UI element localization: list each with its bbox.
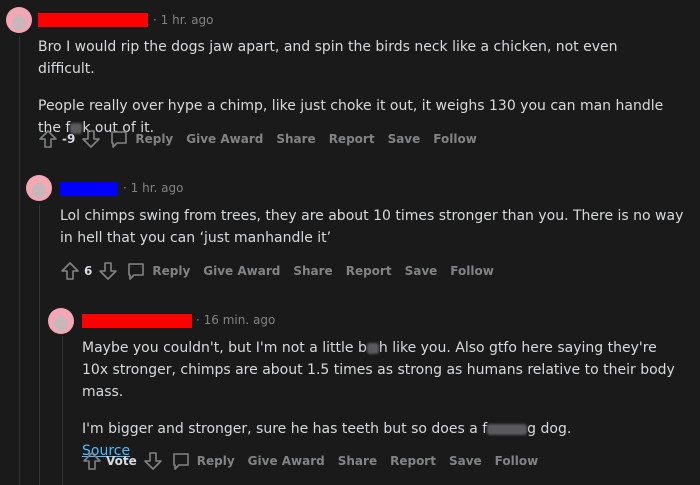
downvote-icon[interactable] [143,451,163,471]
comment-actions: Vote Reply Give Award Share Report Save … [82,450,551,472]
snoo-icon [12,14,26,30]
comment-bubble-icon [172,453,189,470]
text: Bro I would rip the dogs jaw apart, and … [38,39,618,77]
comment-paragraph: Bro I would rip the dogs jaw apart, and … [38,36,678,80]
reply-label: Reply [152,264,191,278]
username-redacted[interactable] [82,314,192,328]
username-redacted[interactable] [60,182,118,196]
avatar[interactable] [26,175,52,201]
text: Maybe you couldn't, but I'm not a little… [82,340,367,356]
follow-button[interactable]: Follow [433,132,477,146]
share-button[interactable]: Share [338,454,377,468]
censored-text-blur [487,423,528,435]
comment-body: Bro I would rip the dogs jaw apart, and … [38,36,678,139]
comment-bubble-icon [128,263,145,280]
upvote-icon[interactable] [38,129,58,149]
comment-paragraph: Lol chimps swing from trees, they are ab… [60,205,685,249]
downvote-icon[interactable] [98,261,118,281]
username-redacted[interactable] [38,13,148,27]
upvote-icon[interactable] [82,451,102,471]
give-award-button[interactable]: Give Award [203,264,280,278]
comment-paragraph: I'm bigger and stronger, sure he has tee… [82,418,682,440]
report-button[interactable]: Report [390,454,436,468]
reply-label: Reply [135,132,174,146]
comment-body: Maybe you couldn't, but I'm not a little… [82,337,682,462]
reply-button[interactable]: Reply [109,129,173,149]
follow-button[interactable]: Follow [495,454,539,468]
text: g dog. [527,421,572,437]
snoo-icon [54,315,68,331]
save-button[interactable]: Save [388,132,421,146]
avatar[interactable] [6,7,32,33]
thread-line[interactable] [39,204,40,485]
avatar[interactable] [48,308,74,334]
vote-score: 6 [84,264,93,278]
comment-bubble-icon [111,131,128,148]
thread-line[interactable] [62,336,63,485]
reply-button[interactable]: Reply [126,261,190,281]
reply-label: Reply [196,454,235,468]
comment-body: Lol chimps swing from trees, they are ab… [60,205,685,249]
save-button[interactable]: Save [449,454,482,468]
give-award-button[interactable]: Give Award [248,454,325,468]
follow-button[interactable]: Follow [450,264,494,278]
snoo-icon [32,182,46,198]
comment-actions: 6 Reply Give Award Share Report Save Fol… [60,260,507,282]
report-button[interactable]: Report [346,264,392,278]
report-button[interactable]: Report [329,132,375,146]
vote-label: Vote [106,454,137,468]
downvote-icon[interactable] [81,129,101,149]
censored-text-blur [366,342,379,354]
vote-score: -9 [62,132,76,146]
share-button[interactable]: Share [293,264,332,278]
comment-paragraph: Maybe you couldn't, but I'm not a little… [82,337,682,403]
thread-line[interactable] [19,36,20,485]
share-button[interactable]: Share [276,132,315,146]
text: I'm bigger and stronger, sure he has tee… [82,421,488,437]
save-button[interactable]: Save [405,264,438,278]
comment-actions: -9 Reply Give Award Share Report Save Fo… [38,128,490,150]
comment-timestamp[interactable]: · 16 min. ago [196,313,275,327]
upvote-icon[interactable] [60,261,80,281]
text: Lol chimps swing from trees, they are ab… [60,208,684,246]
give-award-button[interactable]: Give Award [186,132,263,146]
comment-timestamp[interactable]: · 1 hr. ago [153,13,213,27]
reply-button[interactable]: Reply [171,451,235,471]
comment-timestamp[interactable]: · 1 hr. ago [123,181,183,195]
